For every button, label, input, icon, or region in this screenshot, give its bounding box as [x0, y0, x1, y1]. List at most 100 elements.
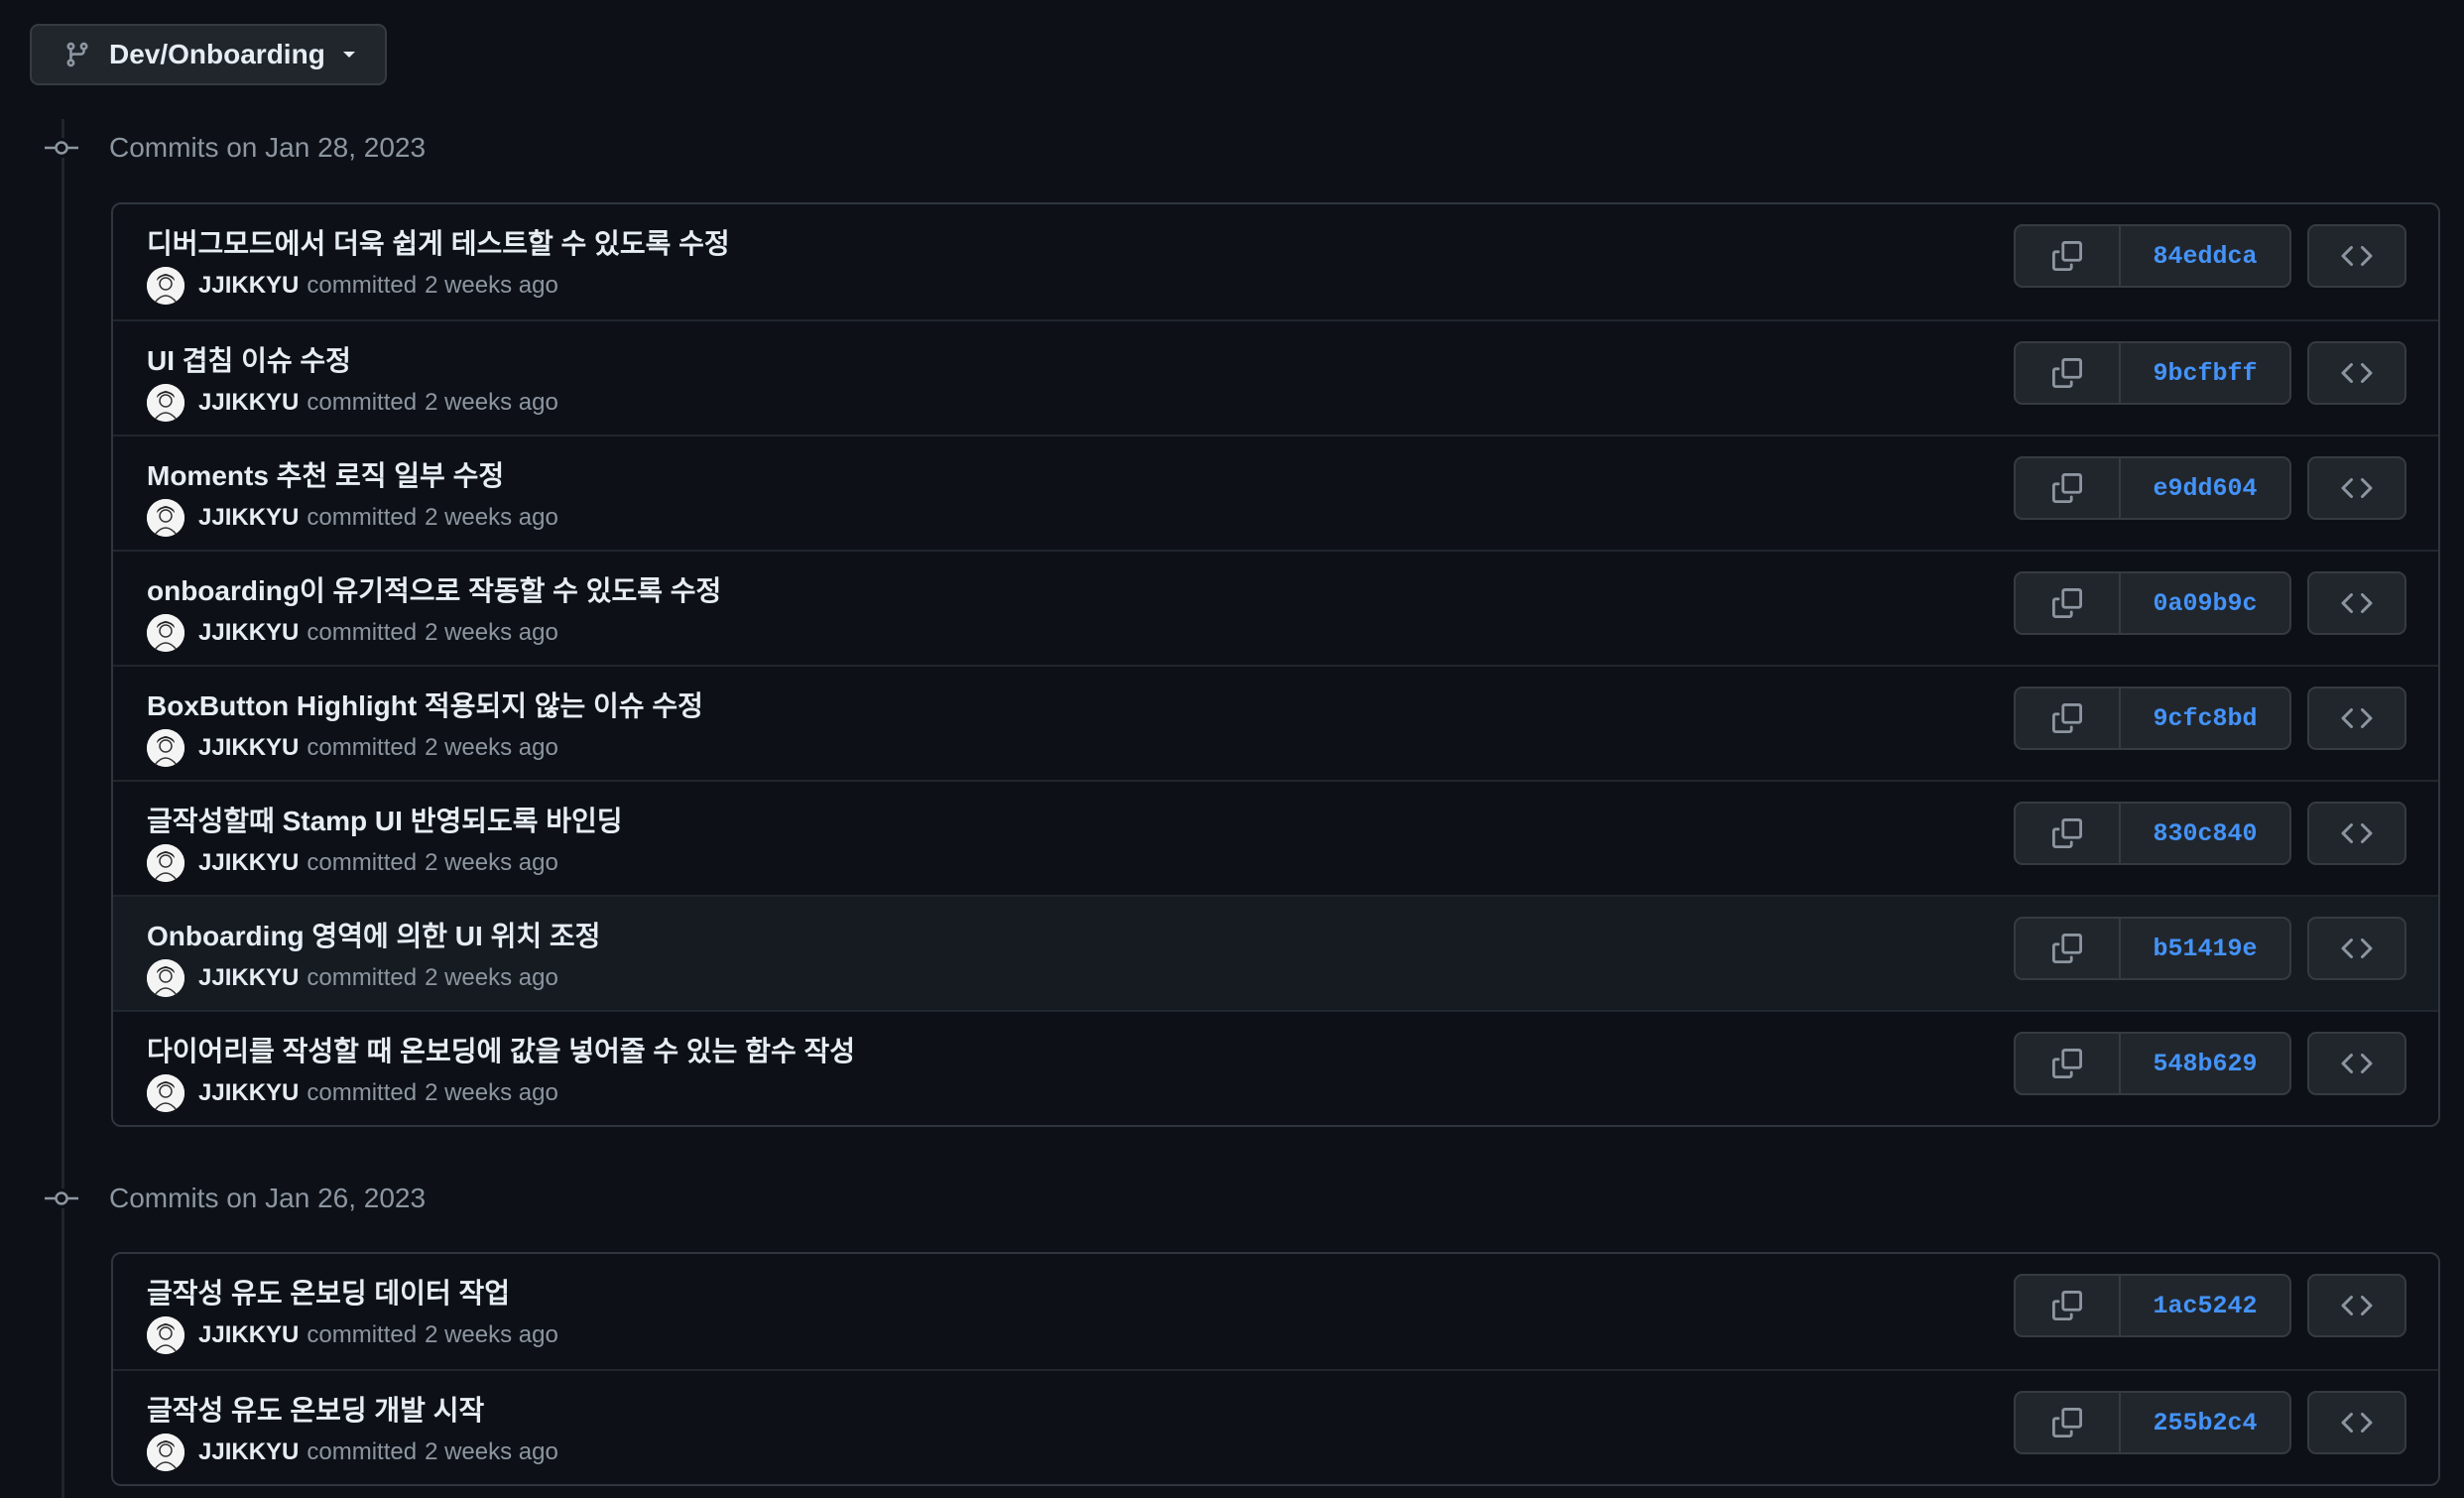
copy-icon: [2052, 1291, 2082, 1320]
commit-meta: JJIKKYU committed 2 weeks ago: [147, 728, 558, 768]
commit-sha-link[interactable]: b51419e: [2121, 919, 2289, 978]
commit-author-link[interactable]: JJIKKYU: [198, 1079, 299, 1107]
commit-time: 2 weeks ago: [425, 1079, 558, 1106]
commit-author-link[interactable]: JJIKKYU: [198, 1321, 299, 1349]
commit-time: 2 weeks ago: [425, 1321, 558, 1348]
commit-sha-link[interactable]: 84eddca: [2121, 226, 2289, 286]
browse-repository-button[interactable]: [2307, 802, 2406, 865]
commit-author-link[interactable]: JJIKKYU: [198, 619, 299, 647]
avatar[interactable]: [147, 1316, 185, 1354]
commit-history-page: Dev/Onboarding Commits on Jan 28, 2023 디…: [0, 0, 2464, 1498]
copy-icon: [2052, 241, 2082, 271]
avatar[interactable]: [147, 1434, 185, 1471]
browse-repository-button[interactable]: [2307, 687, 2406, 750]
commit-row: onboarding이 유기적으로 작동할 수 있도록 수정 JJIKKYU c…: [113, 550, 2438, 665]
commit-author-link[interactable]: JJIKKYU: [198, 1438, 299, 1466]
commit-author-link[interactable]: JJIKKYU: [198, 849, 299, 877]
browse-repository-button[interactable]: [2307, 456, 2406, 520]
git-commit-icon: [44, 138, 79, 158]
code-icon: [2341, 592, 2373, 614]
browse-repository-button[interactable]: [2307, 571, 2406, 635]
commit-sha-link[interactable]: 9bcfbff: [2121, 343, 2289, 403]
code-icon: [2341, 1295, 2373, 1316]
copy-sha-button[interactable]: [2016, 919, 2121, 978]
commit-sha-link[interactable]: 1ac5242: [2121, 1276, 2289, 1335]
avatar[interactable]: [147, 267, 185, 305]
avatar[interactable]: [147, 729, 185, 767]
avatar[interactable]: [147, 384, 185, 422]
commit-sha-link[interactable]: e9dd604: [2121, 458, 2289, 518]
browse-repository-button[interactable]: [2307, 341, 2406, 405]
commit-row: 디버그모드에서 더욱 쉽게 테스트할 수 있도록 수정 JJIKKYU comm…: [113, 204, 2438, 319]
commit-time: 2 weeks ago: [425, 849, 558, 876]
copy-sha-button[interactable]: [2016, 688, 2121, 748]
commit-message-link[interactable]: 글작성 유도 온보딩 데이터 작업: [147, 1272, 510, 1311]
copy-sha-button[interactable]: [2016, 226, 2121, 286]
copy-sha-button[interactable]: [2016, 573, 2121, 633]
avatar[interactable]: [147, 1074, 185, 1112]
git-branch-icon: [63, 41, 91, 68]
commit-author-link[interactable]: JJIKKYU: [198, 734, 299, 762]
browse-repository-button[interactable]: [2307, 1274, 2406, 1337]
commit-message-link[interactable]: 글작성할때 Stamp UI 반영되도록 바인딩: [147, 800, 623, 839]
browse-repository-button[interactable]: [2307, 917, 2406, 980]
commit-message-link[interactable]: Moments 추천 로직 일부 수정: [147, 454, 504, 494]
commit-row: Moments 추천 로직 일부 수정 JJIKKYU committed 2 …: [113, 435, 2438, 550]
copy-sha-button[interactable]: [2016, 804, 2121, 863]
commit-message-link[interactable]: 다이어리를 작성할 때 온보딩에 값을 넣어줄 수 있는 함수 작성: [147, 1030, 855, 1069]
commit-message-link[interactable]: UI 겹침 이슈 수정: [147, 339, 351, 379]
copy-icon: [2052, 358, 2082, 388]
copy-sha-button[interactable]: [2016, 343, 2121, 403]
commit-sha-link[interactable]: 0a09b9c: [2121, 573, 2289, 633]
commit-row: 글작성 유도 온보딩 데이터 작업 JJIKKYU committed 2 we…: [113, 1254, 2438, 1369]
commit-message-link[interactable]: BoxButton Highlight 적용되지 않는 이슈 수정: [147, 685, 703, 724]
copy-sha-button[interactable]: [2016, 1393, 2121, 1452]
commit-author-link[interactable]: JJIKKYU: [198, 964, 299, 992]
commit-verb: committed: [307, 389, 418, 416]
commit-sha-button-group: e9dd604: [2014, 456, 2291, 520]
commit-verb: committed: [307, 504, 418, 531]
commit-sha-button-group: 9bcfbff: [2014, 341, 2291, 405]
avatar[interactable]: [147, 844, 185, 882]
commit-list: 글작성 유도 온보딩 데이터 작업 JJIKKYU committed 2 we…: [111, 1252, 2440, 1486]
commit-sha-button-group: 830c840: [2014, 802, 2291, 865]
commit-author-link[interactable]: JJIKKYU: [198, 504, 299, 532]
code-icon: [2341, 245, 2373, 267]
copy-sha-button[interactable]: [2016, 1034, 2121, 1093]
copy-sha-button[interactable]: [2016, 1276, 2121, 1335]
code-icon: [2341, 1053, 2373, 1074]
copy-icon: [2052, 703, 2082, 733]
commit-sha-link[interactable]: 255b2c4: [2121, 1393, 2289, 1452]
commit-message-link[interactable]: onboarding이 유기적으로 작동할 수 있도록 수정: [147, 569, 721, 609]
copy-icon: [2052, 1049, 2082, 1078]
commit-message-link[interactable]: 디버그모드에서 더욱 쉽게 테스트할 수 있도록 수정: [147, 222, 730, 262]
copy-icon: [2052, 818, 2082, 848]
commit-author-link[interactable]: JJIKKYU: [198, 389, 299, 417]
caret-down-icon: [341, 47, 357, 62]
commit-sha-link[interactable]: 830c840: [2121, 804, 2289, 863]
code-icon: [2341, 477, 2373, 499]
commit-sha-link[interactable]: 9cfc8bd: [2121, 688, 2289, 748]
commit-author-link[interactable]: JJIKKYU: [198, 272, 299, 300]
commit-time: 2 weeks ago: [425, 964, 558, 991]
commit-sha-button-group: b51419e: [2014, 917, 2291, 980]
commit-verb: committed: [307, 1438, 418, 1465]
avatar[interactable]: [147, 499, 185, 537]
commit-group-title: Commits on Jan 28, 2023: [109, 132, 427, 163]
commit-group-header: Commits on Jan 26, 2023: [44, 1179, 426, 1218]
commit-sha-link[interactable]: 548b629: [2121, 1034, 2289, 1093]
branch-selector-button[interactable]: Dev/Onboarding: [30, 24, 387, 85]
commit-meta: JJIKKYU committed 2 weeks ago: [147, 958, 558, 998]
commit-sha-button-group: 84eddca: [2014, 224, 2291, 288]
avatar[interactable]: [147, 614, 185, 652]
commit-message-link[interactable]: Onboarding 영역에 의한 UI 위치 조정: [147, 915, 600, 954]
browse-repository-button[interactable]: [2307, 1391, 2406, 1454]
browse-repository-button[interactable]: [2307, 1032, 2406, 1095]
commit-sha-button-group: 0a09b9c: [2014, 571, 2291, 635]
commit-message-link[interactable]: 글작성 유도 온보딩 개발 시작: [147, 1389, 484, 1429]
browse-repository-button[interactable]: [2307, 224, 2406, 288]
copy-sha-button[interactable]: [2016, 458, 2121, 518]
commit-sha-button-group: 255b2c4: [2014, 1391, 2291, 1454]
avatar[interactable]: [147, 959, 185, 997]
commit-row: Onboarding 영역에 의한 UI 위치 조정 JJIKKYU commi…: [113, 895, 2438, 1010]
